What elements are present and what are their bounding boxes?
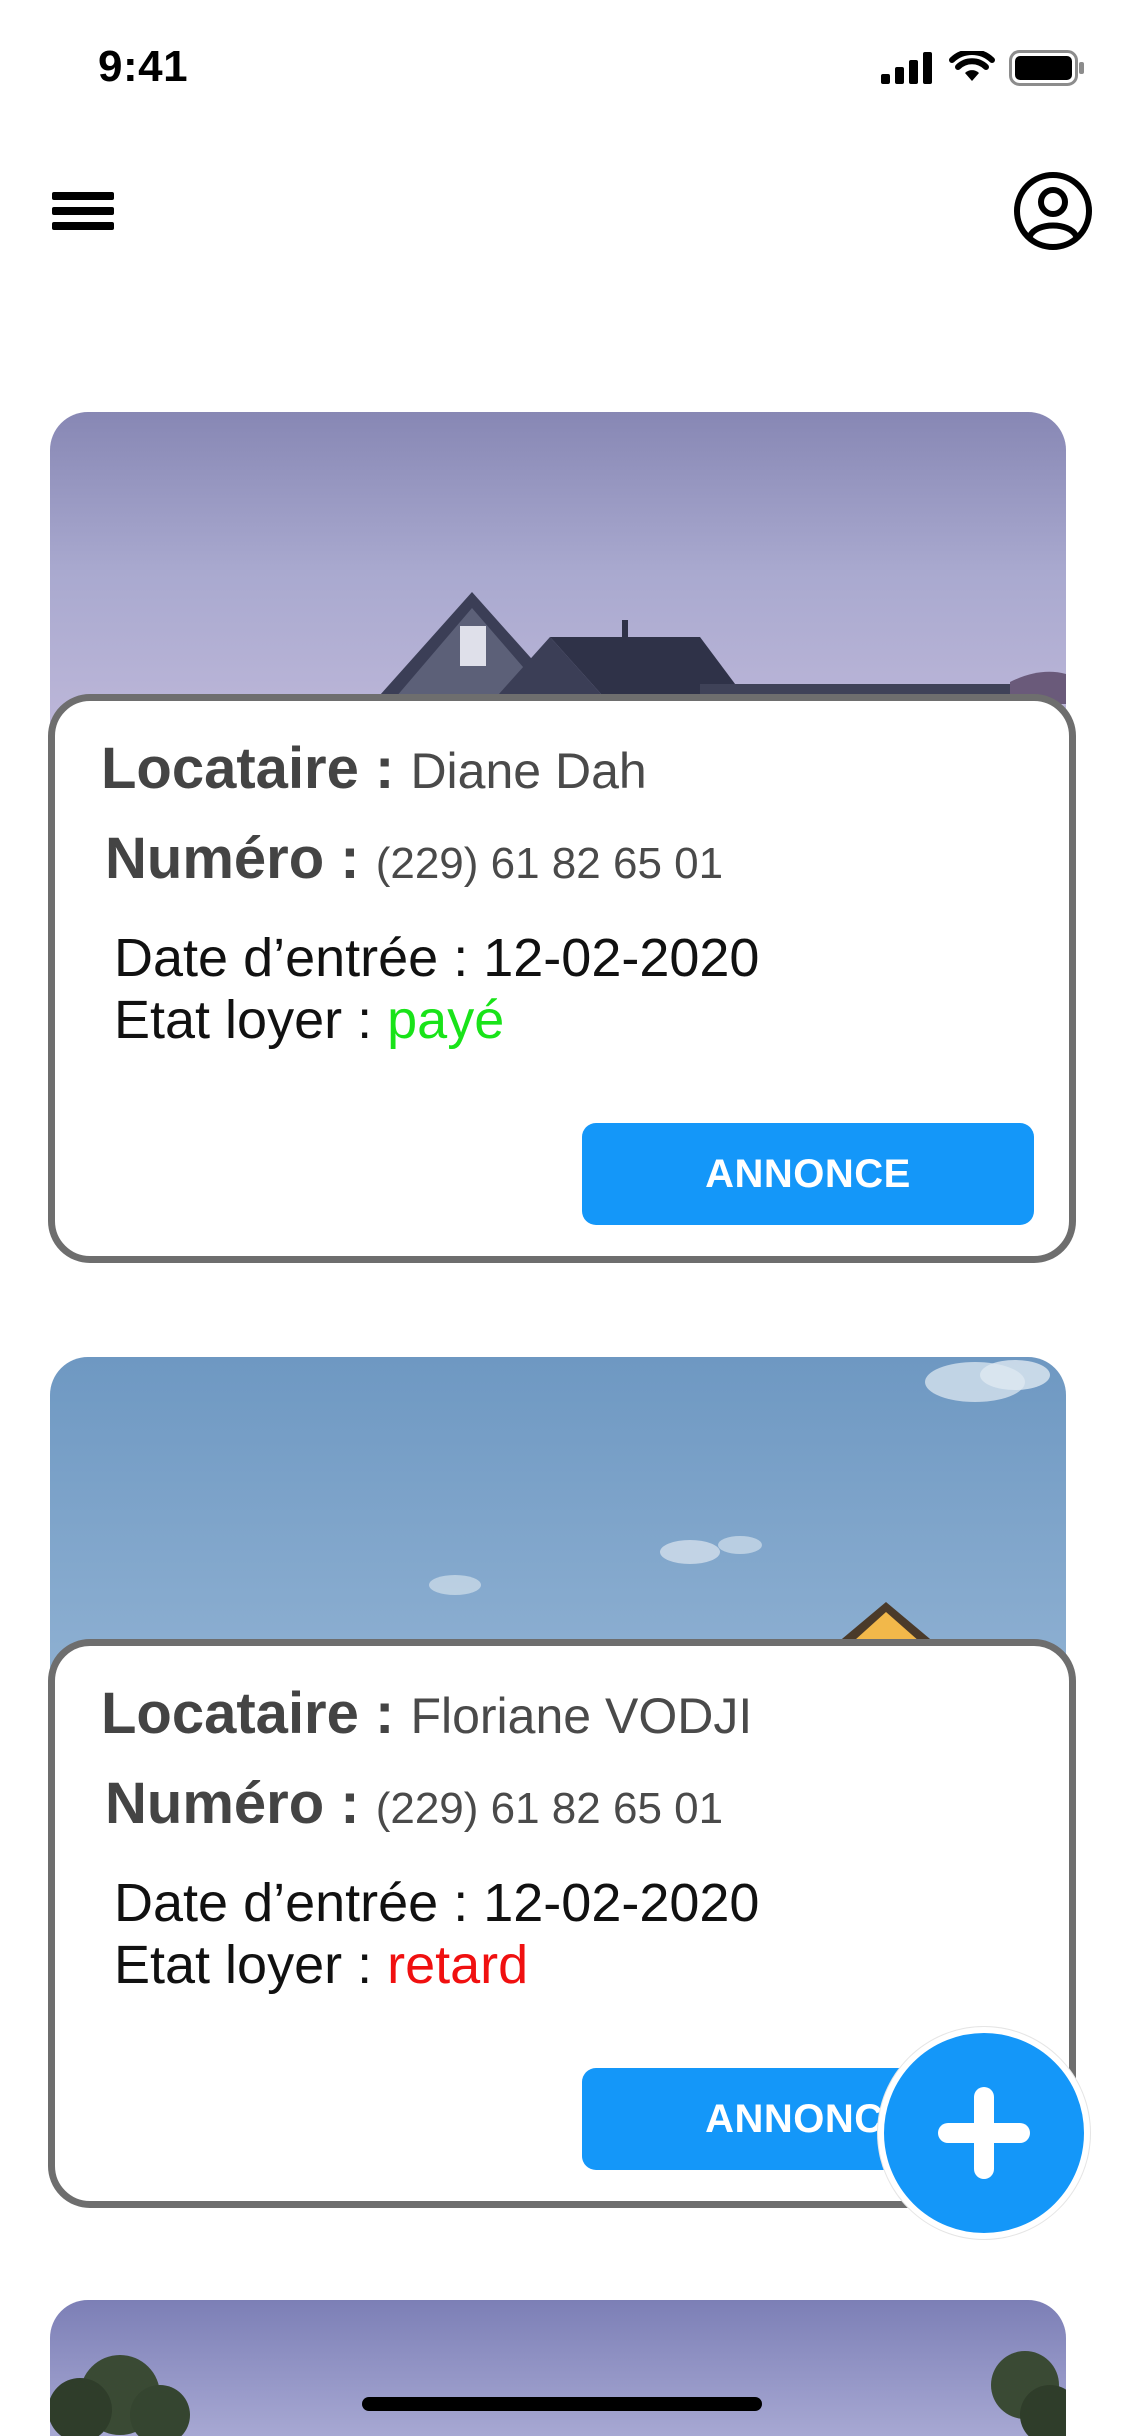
rent-status-label: Etat loyer : xyxy=(114,990,373,1050)
phone-label: Numéro : xyxy=(105,1771,360,1836)
home-indicator xyxy=(362,2397,762,2411)
tenant-name: Diane Dah xyxy=(410,743,647,799)
status-bar: 9:41 xyxy=(0,0,1125,140)
plus-icon xyxy=(938,2087,1030,2179)
entry-date-value: 12-02-2020 xyxy=(483,1873,760,1933)
rent-status-row: Etat loyer : retard xyxy=(114,1934,528,1996)
phone-number: (229) 61 82 65 01 xyxy=(375,1784,724,1833)
annonce-button[interactable]: ANNONCE xyxy=(582,1123,1034,1225)
tenant-row: Locataire : Diane Dah xyxy=(101,735,647,802)
phone-number: (229) 61 82 65 01 xyxy=(375,839,724,888)
wifi-icon xyxy=(949,51,995,81)
entry-date-row: Date d’entrée : 12-02-2020 xyxy=(114,1872,759,1934)
entry-date-label: Date d’entrée : xyxy=(114,928,469,988)
phone-row: Numéro : (229) 61 82 65 01 xyxy=(105,1770,723,1837)
tenant-label: Locataire : xyxy=(101,1681,395,1746)
user-circle-icon[interactable] xyxy=(1012,170,1094,252)
entry-date-label: Date d’entrée : xyxy=(114,1873,469,1933)
add-property-button[interactable] xyxy=(878,2027,1090,2239)
property-photo xyxy=(50,412,1066,732)
property-photo xyxy=(50,2300,1066,2436)
signal-icon xyxy=(881,52,932,84)
status-time: 9:41 xyxy=(98,42,189,91)
entry-date-value: 12-02-2020 xyxy=(483,928,760,988)
battery-icon xyxy=(1009,50,1084,86)
status-icons xyxy=(881,50,1085,86)
property-photo xyxy=(50,1357,1066,1677)
tenant-name: Floriane VODJI xyxy=(410,1688,753,1744)
rent-status-row: Etat loyer : payé xyxy=(114,989,504,1051)
rent-status-value: payé xyxy=(387,990,505,1050)
rent-status-value: retard xyxy=(387,1935,529,1995)
tenant-info-card: Locataire : Diane Dah Numéro : (229) 61 … xyxy=(48,694,1076,1263)
phone-label: Numéro : xyxy=(105,826,360,891)
phone-row: Numéro : (229) 61 82 65 01 xyxy=(105,825,723,892)
entry-date-row: Date d’entrée : 12-02-2020 xyxy=(114,927,759,989)
tenant-row: Locataire : Floriane VODJI xyxy=(101,1680,752,1747)
hamburger-menu-icon[interactable] xyxy=(52,192,116,236)
rent-status-label: Etat loyer : xyxy=(114,1935,373,1995)
tenant-label: Locataire : xyxy=(101,736,395,801)
